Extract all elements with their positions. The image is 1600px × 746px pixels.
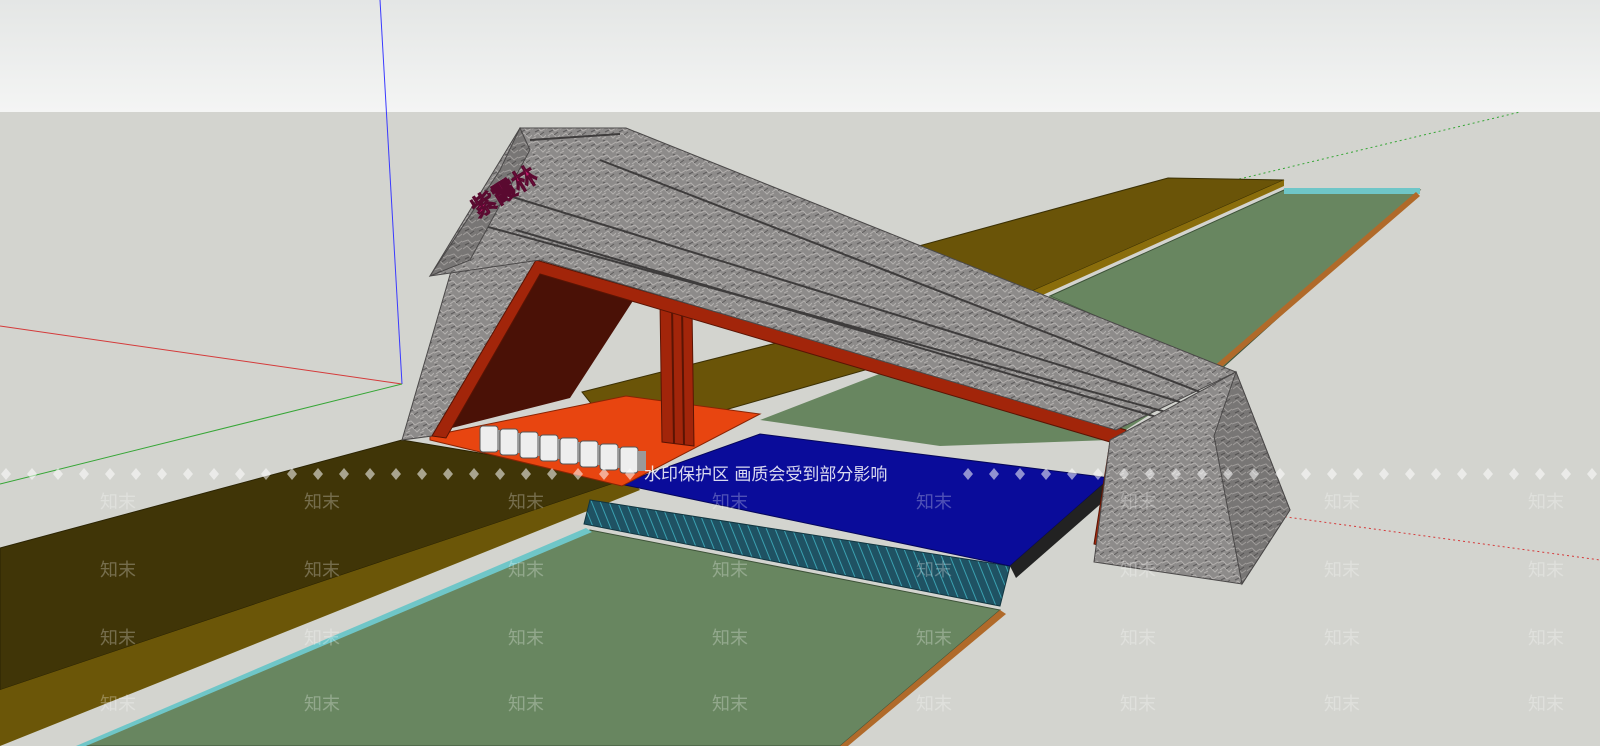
turnstile (599, 443, 619, 471)
turnstile (579, 440, 599, 468)
red-column (659, 301, 695, 447)
turnstile (559, 437, 579, 465)
teal-edge-far (1284, 188, 1420, 194)
sky-background (0, 0, 1600, 112)
turnstile (499, 428, 519, 456)
sketchup-viewport[interactable]: 紫霞林 水印保护区 画质会受到部分影响 知末 知末 知末 知末 知末 知末 知末 知末 知末 知末… (0, 0, 1600, 746)
turnstile (619, 446, 639, 474)
turnstile (539, 434, 559, 462)
3d-model-scene[interactable]: 紫霞林 (0, 0, 1600, 746)
turnstile (519, 431, 539, 459)
turnstile (479, 425, 499, 453)
